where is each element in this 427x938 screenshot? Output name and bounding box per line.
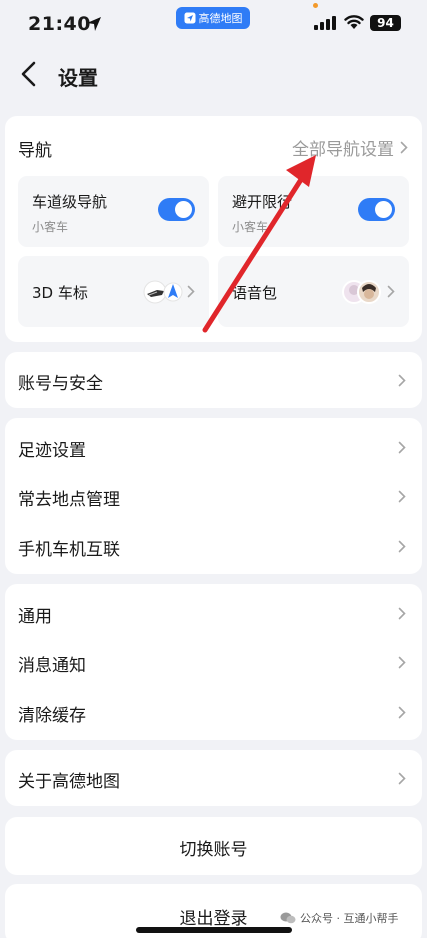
tile-subtitle: 小客车	[232, 220, 269, 234]
lane-navigation-toggle[interactable]	[158, 198, 195, 221]
watermark: 公众号 · 互通小帮手	[280, 910, 399, 926]
row-label: 手机车机互联	[18, 540, 120, 560]
app-indicator-label: 高德地图	[198, 12, 243, 25]
frequent-places-row[interactable]: 常去地点管理	[5, 472, 422, 520]
row-label: 消息通知	[18, 656, 86, 676]
row-label: 清除缓存	[18, 706, 86, 726]
back-chevron-icon[interactable]	[18, 60, 40, 88]
battery-level: 94	[377, 16, 394, 30]
about-section: 关于高德地图	[5, 750, 422, 806]
clear-cache-row[interactable]: 清除缓存	[5, 688, 422, 736]
avoid-restriction-tile[interactable]: 避开限行 小客车	[218, 176, 409, 247]
tile-title: 语音包	[232, 284, 278, 302]
row-label: 足迹设置	[18, 441, 86, 461]
switch-account-label: 切换账号	[179, 840, 248, 860]
chevron-right-icon	[398, 441, 406, 454]
chevron-right-icon	[387, 285, 395, 298]
switch-account-button[interactable]: 切换账号	[5, 817, 422, 875]
status-bar: 21:40 高德地图 94	[0, 0, 427, 50]
home-indicator	[136, 927, 292, 933]
tile-title: 避开限行	[232, 193, 293, 211]
navigation-section-title: 导航	[18, 141, 52, 161]
wechat-icon	[280, 912, 296, 924]
chevron-right-icon	[398, 656, 406, 669]
wifi-icon	[344, 15, 364, 29]
voice-pack-tile[interactable]: 语音包	[218, 256, 409, 327]
chevron-right-icon	[398, 772, 406, 785]
app-indicator-pill[interactable]: 高德地图	[176, 7, 250, 29]
map-app-icon	[184, 12, 195, 24]
car-model-icon	[143, 280, 183, 304]
watermark-text: 公众号 · 互通小帮手	[300, 912, 399, 925]
all-navigation-settings-link[interactable]: 全部导航设置	[292, 135, 408, 160]
toggle-knob	[175, 201, 192, 218]
navigation-section: 导航 全部导航设置 车道级导航 小客车 避开限行 小客车 3D 车标 语音包	[5, 116, 422, 342]
tile-title: 3D 车标	[32, 284, 88, 302]
footprint-settings-row[interactable]: 足迹设置	[5, 423, 422, 471]
notifications-row[interactable]: 消息通知	[5, 638, 422, 686]
places-section: 足迹设置 常去地点管理 手机车机互联	[5, 418, 422, 574]
chevron-right-icon	[398, 540, 406, 553]
status-time: 21:40	[28, 13, 91, 35]
lane-navigation-tile[interactable]: 车道级导航 小客车	[18, 176, 209, 247]
location-arrow-icon	[87, 17, 101, 31]
general-section: 通用 消息通知 清除缓存	[5, 584, 422, 740]
avoid-restriction-toggle[interactable]	[358, 198, 395, 221]
chevron-right-icon	[398, 374, 406, 387]
tile-subtitle: 小客车	[32, 220, 69, 234]
cellular-signal-icon	[314, 16, 336, 30]
voice-avatars-icon	[342, 280, 381, 304]
page-title: 设置	[58, 66, 98, 90]
chevron-right-icon	[187, 285, 195, 298]
all-navigation-settings-label: 全部导航设置	[292, 140, 394, 160]
chevron-right-icon	[398, 607, 406, 620]
row-label: 通用	[18, 607, 52, 627]
general-row[interactable]: 通用	[5, 589, 422, 637]
toggle-knob	[375, 201, 392, 218]
chevron-right-icon	[398, 490, 406, 503]
account-security-row[interactable]: 账号与安全	[5, 356, 422, 404]
tile-title: 车道级导航	[32, 193, 108, 211]
chevron-right-icon	[398, 706, 406, 719]
row-label: 关于高德地图	[18, 772, 120, 792]
car-icon-3d-tile[interactable]: 3D 车标	[18, 256, 209, 327]
row-label: 常去地点管理	[18, 490, 120, 510]
about-app-row[interactable]: 关于高德地图	[5, 754, 422, 802]
privacy-indicator-dot	[313, 3, 318, 8]
phone-car-link-row[interactable]: 手机车机互联	[5, 522, 422, 570]
chevron-right-icon	[400, 141, 408, 154]
battery-indicator: 94	[370, 15, 401, 31]
account-section: 账号与安全	[5, 352, 422, 408]
row-label: 账号与安全	[18, 374, 103, 394]
